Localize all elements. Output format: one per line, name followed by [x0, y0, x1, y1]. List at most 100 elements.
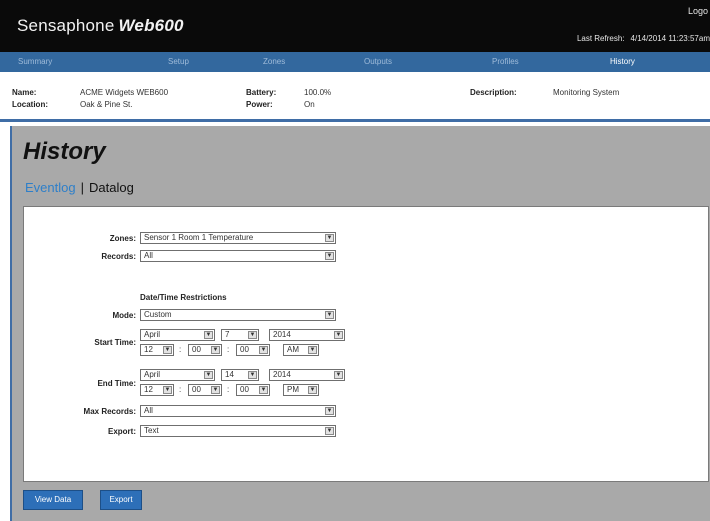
description-value: Monitoring System	[553, 88, 620, 97]
records-label: Records:	[101, 252, 136, 261]
end-month-value: April	[144, 370, 161, 379]
max-records-value: All	[144, 406, 153, 415]
export-button[interactable]: Export	[100, 490, 142, 510]
main-content: History Eventlog | Datalog Zones: Sensor 1…	[10, 126, 710, 521]
start-time-label: Start Time:	[94, 338, 136, 347]
brand-name: Sensaphone	[17, 16, 115, 35]
start-ampm-select[interactable]: AM ▼	[283, 344, 319, 356]
start-year-value: 2014	[273, 330, 291, 339]
chevron-down-icon: ▼	[248, 371, 257, 379]
tab-eventlog[interactable]: Eventlog	[25, 180, 76, 195]
chevron-down-icon: ▼	[325, 252, 334, 260]
start-second-value: 00	[240, 345, 249, 354]
end-day-select[interactable]: 14 ▼	[221, 369, 259, 381]
end-minute-value: 00	[192, 385, 201, 394]
chevron-down-icon: ▼	[204, 371, 213, 379]
time-colon: :	[179, 385, 182, 394]
nav-history[interactable]: History	[610, 57, 635, 66]
end-time-label: End Time:	[97, 379, 136, 388]
brand-logo: Sensaphone Web600	[17, 16, 184, 36]
end-ampm-select[interactable]: PM ▼	[283, 384, 319, 396]
start-month-select[interactable]: April ▼	[140, 329, 215, 341]
end-day-value: 14	[225, 370, 234, 379]
view-data-button[interactable]: View Data	[23, 490, 83, 510]
chevron-down-icon: ▼	[211, 386, 220, 394]
start-month-value: April	[144, 330, 161, 339]
power-label: Power:	[246, 100, 273, 109]
subnav-separator: |	[80, 180, 84, 195]
start-day-value: 7	[225, 330, 230, 339]
chevron-down-icon: ▼	[259, 386, 268, 394]
chevron-down-icon: ▼	[163, 346, 172, 354]
chevron-down-icon: ▼	[325, 311, 334, 319]
records-select-value: All	[144, 251, 153, 260]
end-hour-value: 12	[144, 385, 153, 394]
name-value: ACME Widgets WEB600	[80, 88, 169, 97]
start-year-select[interactable]: 2014 ▼	[269, 329, 345, 341]
page-title: History	[23, 138, 106, 165]
tab-datalog[interactable]: Datalog	[89, 180, 134, 195]
zones-select-value: Sensor 1 Room 1 Temperature	[144, 233, 254, 242]
time-colon: :	[227, 385, 230, 394]
end-year-value: 2014	[273, 370, 291, 379]
nav-profiles[interactable]: Profiles	[492, 57, 519, 66]
chevron-down-icon: ▼	[163, 386, 172, 394]
main-nav: Summary Setup Zones Outputs Profiles His…	[0, 52, 710, 72]
brand-model: Web600	[118, 16, 184, 35]
export-select[interactable]: Text ▼	[140, 425, 336, 437]
start-hour-value: 12	[144, 345, 153, 354]
max-records-label: Max Records:	[83, 407, 136, 416]
export-label: Export:	[108, 427, 136, 436]
start-day-select[interactable]: 7 ▼	[221, 329, 259, 341]
end-ampm-value: PM	[287, 385, 299, 394]
nav-setup[interactable]: Setup	[168, 57, 189, 66]
records-select[interactable]: All ▼	[140, 250, 336, 262]
last-refresh: Last Refresh: 4/14/2014 11:23:57am	[577, 34, 710, 43]
chevron-down-icon: ▼	[308, 346, 317, 354]
end-second-value: 00	[240, 385, 249, 394]
time-colon: :	[227, 345, 230, 354]
description-label: Description:	[470, 88, 517, 97]
start-second-select[interactable]: 00 ▼	[236, 344, 270, 356]
name-label: Name:	[12, 88, 37, 97]
mode-label: Mode:	[112, 311, 136, 320]
start-minute-value: 00	[192, 345, 201, 354]
zones-label: Zones:	[109, 234, 136, 243]
chevron-down-icon: ▼	[259, 346, 268, 354]
nav-zones[interactable]: Zones	[263, 57, 285, 66]
chevron-down-icon: ▼	[204, 331, 213, 339]
end-year-select[interactable]: 2014 ▼	[269, 369, 345, 381]
max-records-select[interactable]: All ▼	[140, 405, 336, 417]
export-select-value: Text	[144, 426, 159, 435]
logout-link[interactable]: Logo	[688, 6, 708, 16]
header-bar: Sensaphone Web600 Logo Last Refresh: 4/14/…	[0, 0, 710, 52]
chevron-down-icon: ▼	[308, 386, 317, 394]
zones-select[interactable]: Sensor 1 Room 1 Temperature ▼	[140, 232, 336, 244]
start-minute-select[interactable]: 00 ▼	[188, 344, 222, 356]
location-value: Oak & Pine St.	[80, 100, 133, 109]
chevron-down-icon: ▼	[211, 346, 220, 354]
start-hour-select[interactable]: 12 ▼	[140, 344, 174, 356]
end-second-select[interactable]: 00 ▼	[236, 384, 270, 396]
location-label: Location:	[12, 100, 48, 109]
mode-select-value: Custom	[144, 310, 172, 319]
chevron-down-icon: ▼	[325, 234, 334, 242]
end-month-select[interactable]: April ▼	[140, 369, 215, 381]
chevron-down-icon: ▼	[248, 331, 257, 339]
nav-summary[interactable]: Summary	[18, 57, 52, 66]
nav-outputs[interactable]: Outputs	[364, 57, 392, 66]
end-hour-select[interactable]: 12 ▼	[140, 384, 174, 396]
chevron-down-icon: ▼	[334, 331, 343, 339]
chevron-down-icon: ▼	[325, 407, 334, 415]
power-value: On	[304, 100, 315, 109]
time-colon: :	[179, 345, 182, 354]
chevron-down-icon: ▼	[325, 427, 334, 435]
end-minute-select[interactable]: 00 ▼	[188, 384, 222, 396]
last-refresh-label: Last Refresh:	[576, 34, 625, 43]
last-refresh-value: 4/14/2014 11:23:57am	[630, 34, 710, 43]
restrictions-heading: Date/Time Restrictions	[140, 293, 227, 302]
battery-value: 100.0%	[304, 88, 332, 97]
mode-select[interactable]: Custom ▼	[140, 309, 336, 321]
history-form-panel: Zones: Sensor 1 Room 1 Temperature ▼ Rec…	[23, 206, 709, 482]
history-subnav: Eventlog | Datalog	[25, 180, 134, 195]
